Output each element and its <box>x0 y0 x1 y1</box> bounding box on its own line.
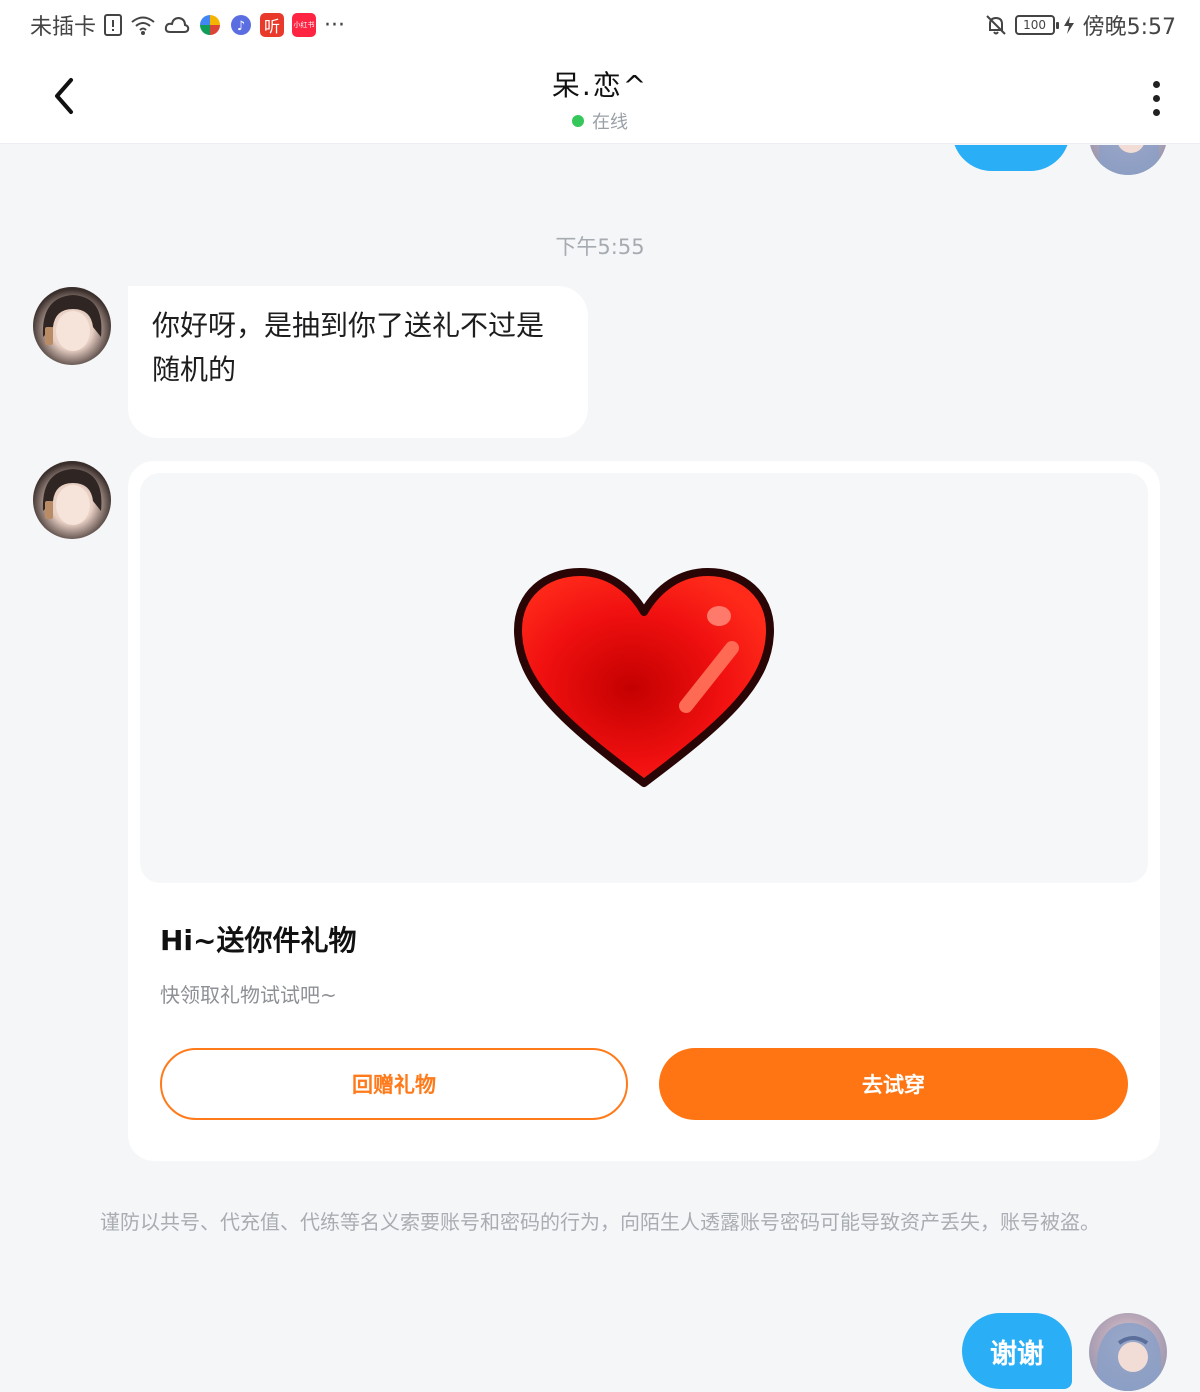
chat-header: 呆.恋^ 在线 <box>0 50 1200 144</box>
contact-info[interactable]: 呆.恋^ 在线 <box>0 64 1200 134</box>
cloud-icon <box>164 15 190 35</box>
more-vertical-icon-dot <box>1152 94 1160 102</box>
incoming-message-text: 你好呀，是抽到你了送礼不过是随机的 <box>152 309 545 386</box>
charging-icon <box>1063 15 1075 35</box>
carrier-label: 未插卡 <box>30 15 97 40</box>
battery-icon: 100 <box>1014 15 1059 35</box>
gift-image <box>140 473 1148 883</box>
more-vertical-icon <box>1152 80 1160 88</box>
xiaohongshu-app-icon: 小红书 <box>292 13 317 37</box>
my-avatar[interactable] <box>1089 1313 1167 1391</box>
outgoing-message-bubble-partial[interactable] <box>952 145 1070 171</box>
music-icon: ♪ <box>230 14 252 36</box>
try-on-button[interactable]: 去试穿 <box>659 1048 1128 1120</box>
heart-gift-icon <box>514 568 774 787</box>
mute-bell-icon <box>985 14 1007 36</box>
return-gift-button[interactable]: 回赠礼物 <box>160 1048 628 1120</box>
contact-avatar[interactable] <box>33 461 111 539</box>
gift-card[interactable]: Hi~送你件礼物 快领取礼物试试吧~ 回赠礼物 去试穿 <box>128 461 1160 1161</box>
gift-subtitle: 快领取礼物试试吧~ <box>160 983 337 1007</box>
outgoing-message-text: 谢谢 <box>990 1338 1044 1370</box>
ting-app-icon: 听 <box>260 13 285 37</box>
online-status: 在线 <box>572 108 628 134</box>
more-vertical-icon-dot <box>1152 108 1160 116</box>
contact-name: 呆.恋^ <box>551 69 649 102</box>
message-timestamp: 下午5:55 <box>555 235 645 259</box>
contact-avatar[interactable] <box>33 287 111 365</box>
online-dot-icon <box>572 115 584 127</box>
incoming-message-bubble[interactable]: 你好呀，是抽到你了送礼不过是随机的 <box>128 286 588 438</box>
more-options-button[interactable] <box>1138 74 1174 122</box>
more-notifications: ··· <box>324 12 345 38</box>
svg-text:♪: ♪ <box>237 19 245 34</box>
outgoing-message-bubble[interactable]: 谢谢 <box>962 1313 1072 1389</box>
online-status-label: 在线 <box>592 112 628 133</box>
status-bar: 未插卡 ♪ 听 小红书 ··· 100 傍晚5:57 <box>0 0 1200 50</box>
security-warning: 谨防以共号、代充值、代练等名义索要账号和密码的行为，向陌生人透露账号密码可能导致… <box>100 1210 1100 1234</box>
pinwheel-icon <box>198 13 222 37</box>
chat-messages[interactable]: 下午5:55 你好呀，是抽到你了送礼不过是随机的 Hi~送你件礼物 快领取礼物试… <box>0 145 1200 1392</box>
wifi-icon <box>130 14 156 36</box>
sim-icon <box>104 14 123 36</box>
my-avatar[interactable] <box>1089 145 1167 175</box>
gift-title: Hi~送你件礼物 <box>160 924 357 957</box>
battery-level: 100 <box>1023 18 1047 32</box>
clock: 傍晚5:57 <box>1082 15 1176 40</box>
